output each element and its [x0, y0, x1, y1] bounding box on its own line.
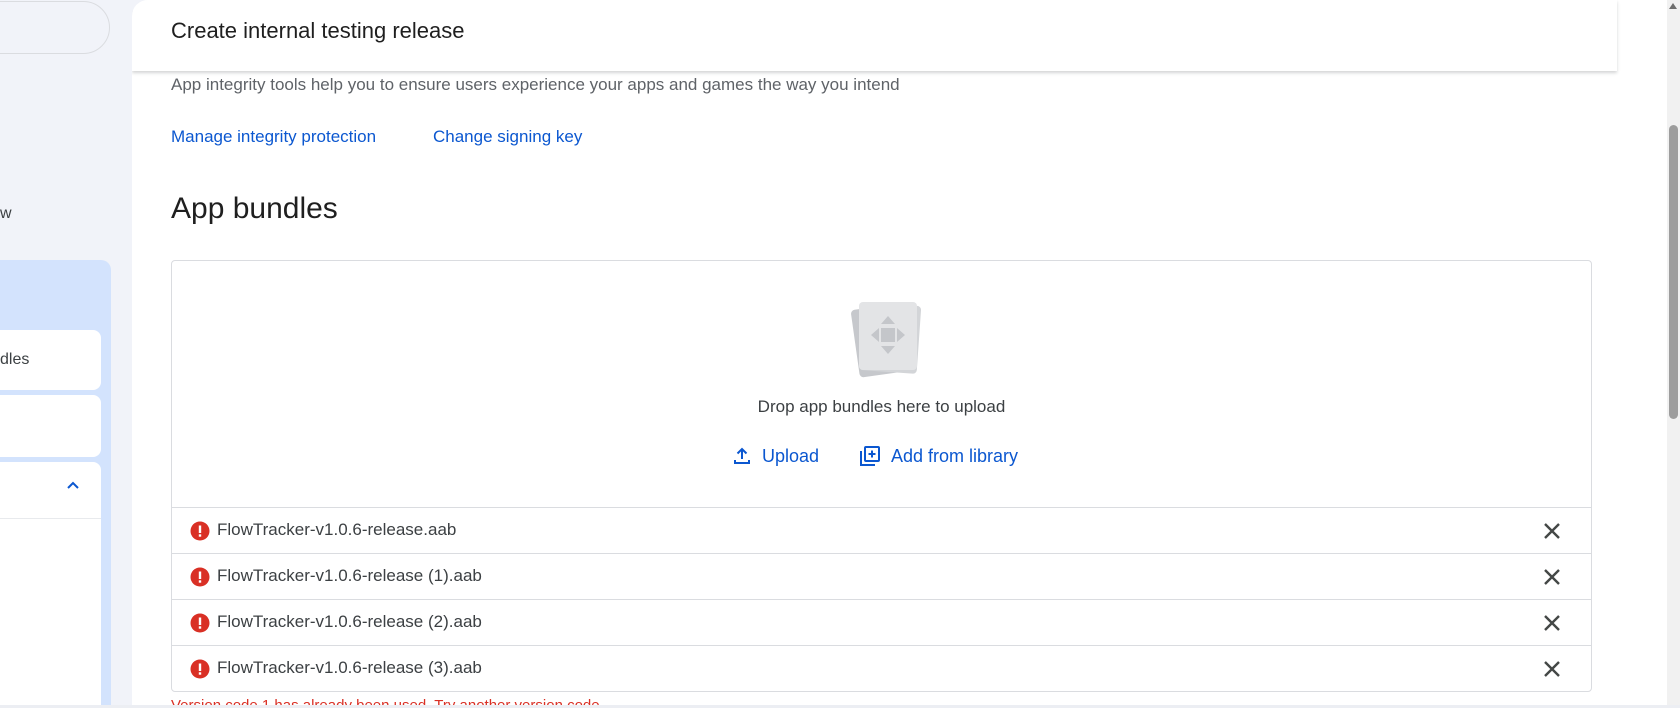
divider	[0, 518, 101, 519]
close-icon[interactable]	[1541, 566, 1563, 588]
uploaded-files-list: FlowTracker-v1.0.6-release.aab FlowTrack…	[172, 507, 1591, 691]
add-from-library-label: Add from library	[891, 445, 1019, 466]
close-icon[interactable]	[1541, 658, 1563, 680]
app-bundle-file-icon	[851, 302, 922, 378]
sidebar-item[interactable]	[0, 395, 101, 457]
upload-button-label: Upload	[762, 445, 820, 466]
app-bundles-dropzone[interactable]: Drop app bundles here to upload Upload A…	[171, 260, 1592, 692]
sidebar: w dles	[0, 0, 130, 708]
close-icon[interactable]	[1541, 612, 1563, 634]
page-title: Create internal testing release	[171, 18, 465, 43]
error-icon	[190, 659, 210, 679]
file-name: FlowTracker-v1.0.6-release (2).aab	[217, 612, 482, 631]
file-row: FlowTracker-v1.0.6-release (2).aab	[172, 599, 1591, 645]
page-scrollbar[interactable]	[1667, 0, 1680, 708]
file-name: FlowTracker-v1.0.6-release.aab	[217, 520, 457, 539]
main-panel: Create internal testing release App inte…	[132, 0, 1667, 708]
sidebar-search-field[interactable]	[0, 1, 110, 54]
upload-button[interactable]: Upload	[732, 441, 819, 471]
scrollbar-thumb[interactable]	[1669, 125, 1678, 419]
page-header: Create internal testing release	[132, 0, 1617, 71]
app-bundles-heading: App bundles	[171, 192, 338, 225]
add-library-icon	[860, 446, 880, 466]
file-row: FlowTracker-v1.0.6-release (1).aab	[172, 553, 1591, 599]
chevron-up-icon[interactable]	[64, 478, 82, 492]
file-row: FlowTracker-v1.0.6-release (3).aab	[172, 645, 1591, 691]
error-icon	[190, 613, 210, 633]
integrity-description: App integrity tools help you to ensure u…	[171, 75, 900, 94]
upload-icon	[734, 447, 750, 464]
sidebar-item-overview[interactable]: w	[0, 205, 12, 223]
sidebar-expanded-group[interactable]	[0, 462, 101, 708]
change-signing-key-link[interactable]: Change signing key	[433, 127, 582, 147]
error-icon	[190, 521, 210, 541]
close-icon[interactable]	[1541, 520, 1563, 542]
sidebar-item-app-bundles[interactable]: dles	[0, 330, 101, 390]
file-name: FlowTracker-v1.0.6-release (1).aab	[217, 566, 482, 585]
dropzone-instructions: Drop app bundles here to upload	[757, 397, 1006, 416]
sidebar-item-label: dles	[0, 351, 30, 368]
file-name: FlowTracker-v1.0.6-release (3).aab	[217, 658, 482, 677]
manage-integrity-link[interactable]: Manage integrity protection	[171, 127, 376, 147]
add-from-library-button[interactable]: Add from library	[859, 441, 1018, 471]
error-icon	[190, 567, 210, 587]
file-row: FlowTracker-v1.0.6-release.aab	[172, 507, 1591, 553]
scroll-up-arrow-icon[interactable]	[1669, 3, 1677, 9]
